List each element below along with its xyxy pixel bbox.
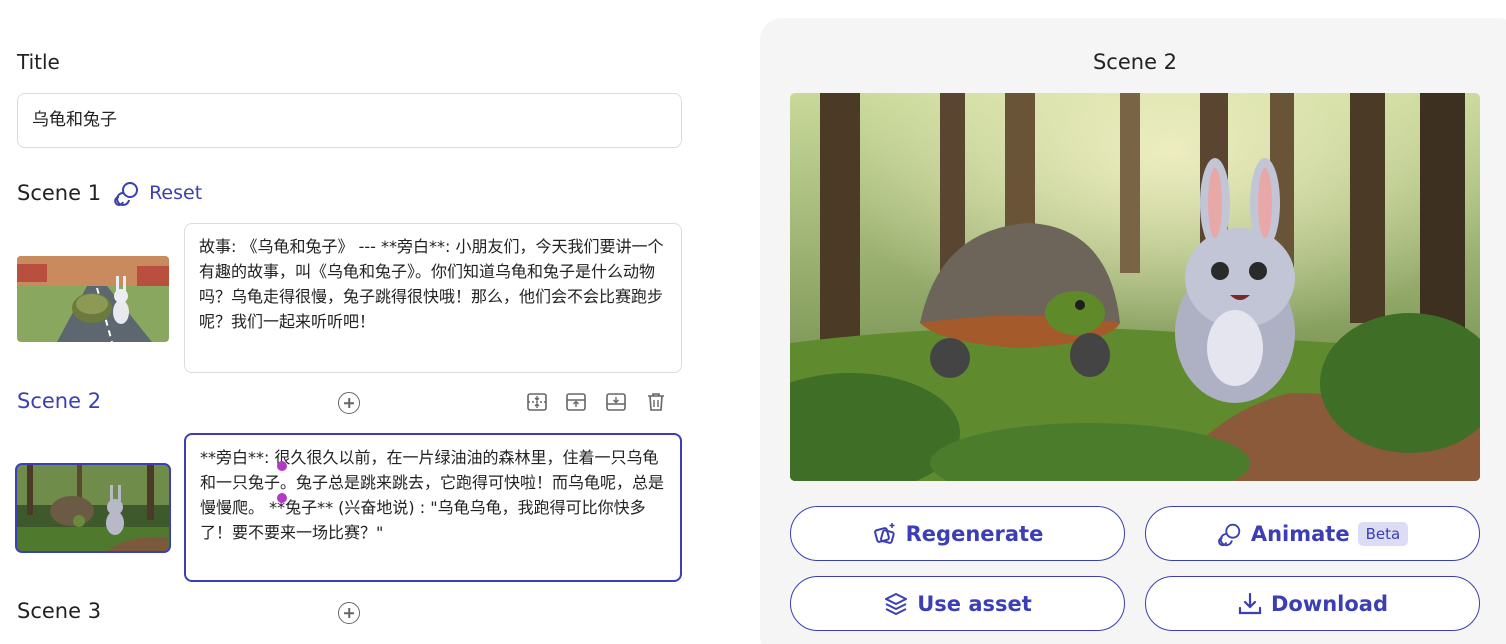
scene-1-header: Scene 1 Reset	[17, 179, 202, 207]
add-scene-icon[interactable]	[338, 392, 360, 414]
animate-button[interactable]: Animate Beta	[1145, 506, 1480, 561]
scene-3-header[interactable]: Scene 3	[17, 599, 101, 623]
scene-1-thumbnail[interactable]	[17, 256, 169, 342]
reset-label: Reset	[149, 182, 203, 204]
scene-1-label: Scene 1	[17, 181, 102, 205]
regenerate-button[interactable]: Regenerate	[790, 506, 1125, 561]
download-icon	[1238, 592, 1262, 614]
download-label: Download	[1270, 591, 1389, 616]
regenerate-label: Regenerate	[905, 521, 1044, 546]
use-asset-button[interactable]: Use asset	[790, 576, 1125, 631]
animate-label: Animate	[1250, 521, 1350, 546]
reset-button[interactable]: Reset	[113, 179, 202, 207]
scene-2-header[interactable]: Scene 2	[17, 389, 101, 413]
scene-2-text[interactable]: **旁白**: 很久很久以前，在一片绿油油的森林里，住着一只乌龟和一只兔子。兔子…	[184, 433, 682, 582]
download-button[interactable]: Download	[1145, 576, 1480, 631]
merge-down-icon[interactable]	[604, 390, 628, 414]
layers-icon	[885, 592, 908, 615]
dice-icon	[873, 522, 895, 544]
selection-handle-start[interactable]	[277, 461, 287, 471]
animate-icon	[1217, 523, 1241, 546]
scene-1-text[interactable]: 故事: 《乌龟和兔子》 --- **旁白**: 小朋友们，今天我们要讲一个有趣的…	[184, 223, 682, 373]
scene-2-thumbnail[interactable]	[15, 463, 171, 553]
scene-image	[790, 93, 1480, 481]
add-scene-icon[interactable]	[338, 602, 360, 624]
scene-3-label: Scene 3	[17, 599, 102, 623]
scene-preview-panel: Scene 2 Regenerate Animate Beta Use asse…	[760, 18, 1506, 644]
beta-badge: Beta	[1357, 521, 1409, 546]
title-label: Title	[17, 50, 60, 74]
preview-title: Scene 2	[1092, 50, 1178, 74]
trash-icon[interactable]	[644, 390, 668, 414]
selection-handle-end[interactable]	[277, 493, 287, 503]
title-input[interactable]: 乌龟和兔子	[17, 93, 682, 148]
animate-icon	[114, 182, 139, 206]
story-editor: Title 乌龟和兔子 Scene 1 Reset 故事: 《乌龟和兔子》 --…	[0, 0, 700, 644]
scene-2-label: Scene 2	[17, 389, 102, 413]
split-scene-icon[interactable]	[525, 390, 549, 414]
use-asset-label: Use asset	[917, 591, 1032, 616]
merge-up-icon[interactable]	[564, 390, 588, 414]
